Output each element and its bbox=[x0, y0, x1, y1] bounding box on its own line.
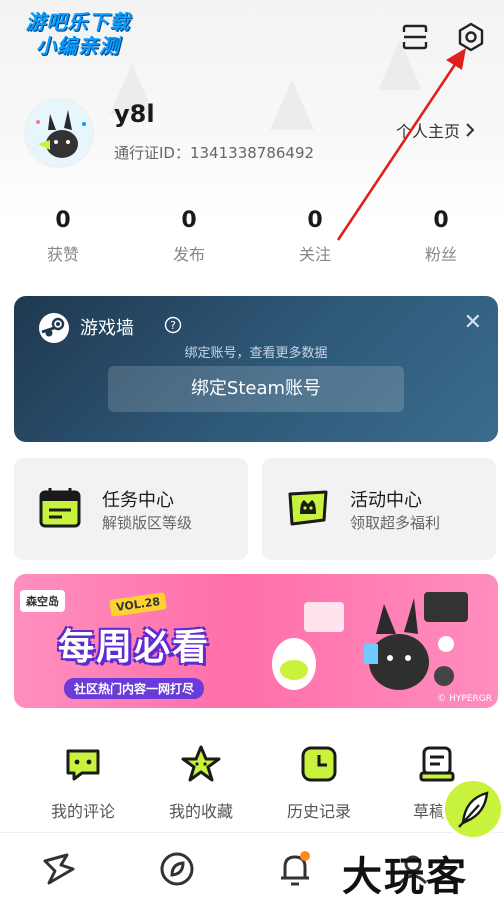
stat-label: 粉丝 bbox=[424, 245, 457, 264]
help-icon[interactable]: ? bbox=[164, 316, 182, 338]
profile-section: y8l 通行证ID：1341338786492 个人主页 bbox=[24, 98, 484, 170]
star-icon bbox=[142, 744, 260, 784]
home-logo-icon bbox=[43, 853, 75, 885]
feature-title: 活动中心 bbox=[350, 490, 422, 511]
task-center-card[interactable]: 任务中心 解锁版区等级 bbox=[14, 458, 248, 560]
shortcut-history[interactable]: 历史记录 bbox=[260, 744, 378, 822]
activity-center-card[interactable]: 活动中心 领取超多福利 bbox=[262, 458, 496, 560]
watermark-line-2: 小编亲测 bbox=[36, 34, 120, 58]
stats-row: 0 获赞 0 发布 0 关注 0 粉丝 bbox=[0, 208, 504, 265]
banner-subtitle: 社区热门内容一网打尽 bbox=[64, 678, 205, 699]
steam-game-wall-card: 游戏墙 ? ✕ 绑定账号，查看更多数据 绑定Steam账号 bbox=[14, 296, 498, 442]
shortcut-label: 我的收藏 bbox=[168, 802, 233, 821]
stat-followers[interactable]: 0 粉丝 bbox=[378, 208, 504, 265]
shortcut-label: 我的评论 bbox=[50, 802, 115, 821]
comment-icon bbox=[24, 744, 142, 784]
shortcut-row: 我的评论 我的收藏 历史记录 草稿箱 bbox=[0, 744, 504, 822]
shortcut-label: 历史记录 bbox=[286, 802, 351, 821]
banner-volume: VOL.28 bbox=[109, 592, 168, 617]
banner-illustration bbox=[272, 592, 468, 690]
banner-copyright: © HYPERGR bbox=[437, 694, 492, 704]
chevron-right-icon bbox=[466, 123, 475, 137]
stat-likes[interactable]: 0 获赞 bbox=[0, 208, 126, 265]
write-post-button[interactable] bbox=[442, 778, 504, 840]
feature-title: 任务中心 bbox=[102, 490, 174, 511]
homepage-link[interactable]: 个人主页 bbox=[396, 118, 476, 142]
stat-label: 发布 bbox=[172, 245, 205, 264]
compass-icon bbox=[160, 852, 194, 886]
watermark-top: 游吧乐下载 小编亲测 bbox=[8, 10, 148, 62]
feature-subtitle: 领取超多福利 bbox=[350, 514, 441, 532]
clock-icon bbox=[260, 744, 378, 784]
stat-value: 0 bbox=[55, 208, 71, 233]
stat-label: 关注 bbox=[298, 245, 331, 264]
activity-flag-icon bbox=[286, 486, 330, 534]
stat-following[interactable]: 0 关注 bbox=[252, 208, 378, 265]
feature-subtitle: 解锁版区等级 bbox=[102, 514, 193, 532]
banner-tag: 森空岛 bbox=[20, 590, 65, 612]
stat-label: 获赞 bbox=[46, 245, 79, 264]
nav-home[interactable] bbox=[0, 833, 118, 905]
watermark-bottom: 大玩客 bbox=[342, 854, 468, 900]
stat-posts[interactable]: 0 发布 bbox=[126, 208, 252, 265]
shortcut-my-favorites[interactable]: 我的收藏 bbox=[142, 744, 260, 822]
banner-title: 每周必看 bbox=[58, 627, 211, 668]
weekly-must-see-banner[interactable]: 森空岛 VOL.28 每周必看 社区热门内容一网打尽 © HYPERGR bbox=[14, 574, 498, 708]
steam-card-subtitle: 绑定账号，查看更多数据 bbox=[184, 346, 328, 361]
watermark-line-1: 游吧乐下载 bbox=[25, 10, 131, 34]
username: y8l bbox=[114, 100, 155, 128]
bind-steam-button[interactable]: 绑定Steam账号 bbox=[108, 366, 404, 412]
notification-dot bbox=[300, 851, 310, 861]
nav-discover[interactable] bbox=[118, 833, 236, 905]
close-icon[interactable]: ✕ bbox=[464, 310, 482, 335]
avatar[interactable] bbox=[24, 98, 94, 168]
top-icons bbox=[400, 22, 486, 52]
settings-icon[interactable] bbox=[456, 22, 486, 52]
stat-value: 0 bbox=[181, 208, 197, 233]
shortcut-my-comments[interactable]: 我的评论 bbox=[24, 744, 142, 822]
stat-value: 0 bbox=[433, 208, 449, 233]
calendar-task-icon bbox=[38, 486, 82, 534]
steam-card-title: 游戏墙 bbox=[80, 318, 134, 339]
homepage-label: 个人主页 bbox=[395, 122, 460, 141]
svg-text:?: ? bbox=[170, 319, 176, 332]
stat-value: 0 bbox=[307, 208, 323, 233]
nav-notifications[interactable] bbox=[236, 833, 354, 905]
scan-icon[interactable] bbox=[400, 22, 430, 52]
feather-icon bbox=[458, 791, 489, 828]
passport-id: 通行证ID：1341338786492 bbox=[114, 144, 315, 162]
